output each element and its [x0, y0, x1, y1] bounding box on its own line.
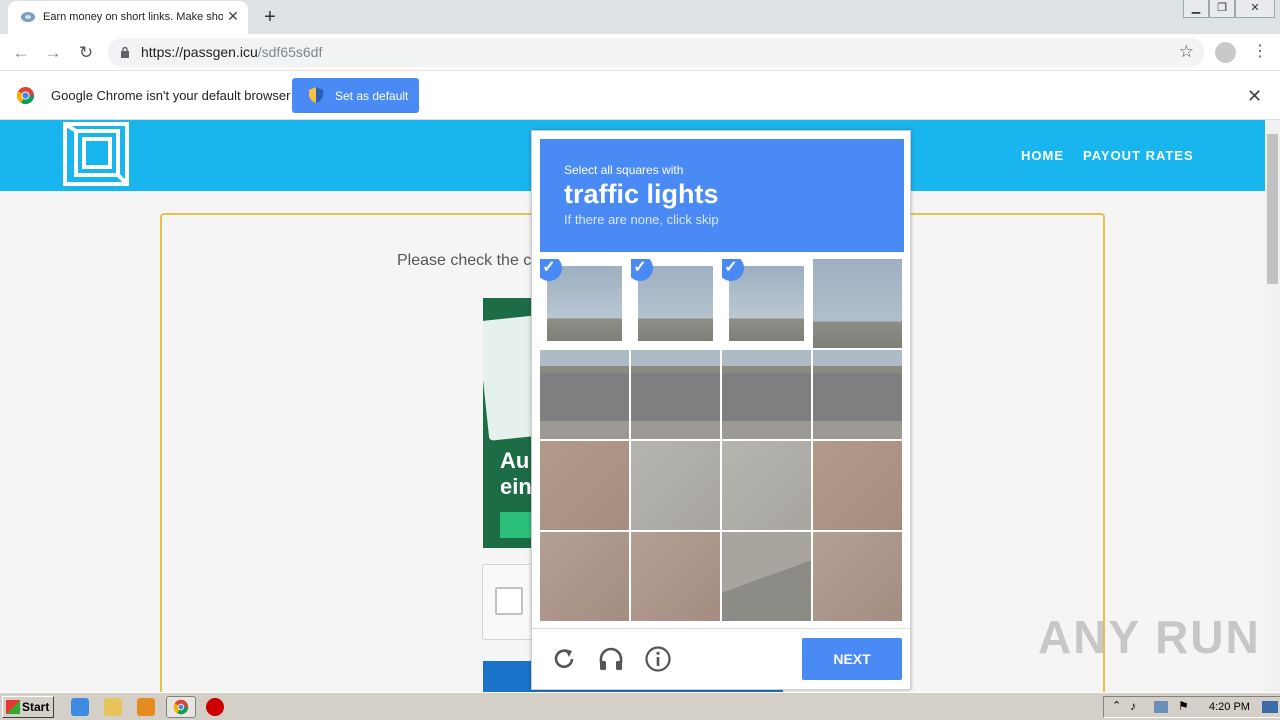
ad-text: Au ein: [500, 448, 532, 499]
audio-challenge-icon[interactable]: [597, 645, 625, 673]
captcha-tile[interactable]: [813, 350, 902, 439]
windows-logo-icon: [6, 700, 20, 714]
restore-button[interactable]: ❐: [1209, 0, 1235, 18]
browser-tab[interactable]: Earn money on short links. Make sho ✕: [8, 1, 248, 34]
shield-icon: [309, 87, 323, 103]
captcha-tile[interactable]: [813, 259, 902, 348]
tile-image: [729, 266, 804, 341]
taskbar-clock: 4:20 PM: [1209, 701, 1250, 713]
minimize-button[interactable]: ▁: [1183, 0, 1209, 18]
tile-image: [631, 441, 720, 530]
scrollbar-thumb[interactable]: [1267, 134, 1278, 284]
browser-titlebar: Earn money on short links. Make sho ✕ + …: [0, 0, 1280, 34]
captcha-tile[interactable]: [813, 441, 902, 530]
new-tab-button[interactable]: +: [260, 7, 280, 27]
nav-home[interactable]: HOME: [1021, 148, 1064, 163]
info-icon[interactable]: [644, 645, 672, 673]
windows-taskbar: Start ⌃ ♪ ⚑ 4:20 PM: [0, 692, 1280, 720]
captcha-tile[interactable]: [540, 532, 629, 621]
set-as-default-label: Set as default: [335, 89, 409, 103]
recaptcha-challenge-dialog: Select all squares with traffic lights I…: [531, 130, 911, 690]
forward-icon[interactable]: →: [42, 42, 64, 64]
tile-image: [813, 350, 902, 439]
set-as-default-button[interactable]: Set as default: [292, 78, 419, 113]
tile-image: [722, 532, 811, 621]
tile-image: [813, 441, 902, 530]
captcha-tile[interactable]: [631, 350, 720, 439]
captcha-tile[interactable]: ✓: [722, 259, 811, 348]
site-logo[interactable]: [62, 121, 130, 187]
bookmark-star-icon[interactable]: ☆: [1179, 42, 1194, 62]
show-desktop-icon[interactable]: [1262, 701, 1278, 713]
start-button[interactable]: Start: [2, 696, 54, 718]
reload-icon[interactable]: ↻: [75, 42, 97, 64]
tile-image: [631, 532, 720, 621]
network-icon[interactable]: [1154, 701, 1168, 713]
tile-image: [722, 441, 811, 530]
tile-image: [813, 259, 902, 348]
default-browser-infobar: Google Chrome isn't your default browser…: [0, 71, 1280, 120]
tile-image: [547, 266, 622, 341]
tile-image: [540, 532, 629, 621]
captcha-tile[interactable]: [631, 441, 720, 530]
next-button[interactable]: NEXT: [802, 638, 902, 680]
start-label: Start: [22, 700, 50, 714]
challenge-header: Select all squares with traffic lights I…: [540, 139, 904, 252]
captcha-tile[interactable]: ✓: [540, 259, 629, 348]
image-grid: ✓ ✓ ✓: [540, 259, 902, 621]
security-alert-icon[interactable]: [206, 698, 224, 716]
nav-payout-rates[interactable]: PAYOUT RATES: [1083, 148, 1194, 163]
captcha-tile[interactable]: [813, 532, 902, 621]
media-player-icon[interactable]: [137, 698, 155, 716]
captcha-tile[interactable]: [722, 350, 811, 439]
chrome-logo-icon: [16, 86, 35, 105]
window-close-button[interactable]: ✕: [1235, 0, 1275, 18]
tab-close-icon[interactable]: ✕: [226, 9, 240, 23]
tile-image: [722, 350, 811, 439]
file-explorer-icon[interactable]: [104, 698, 122, 716]
action-center-flag-icon[interactable]: ⚑: [1178, 699, 1189, 713]
captcha-tile[interactable]: [722, 441, 811, 530]
check-prompt-text: Please check the c: [397, 252, 532, 269]
chrome-icon: [173, 699, 189, 715]
tile-image: [540, 441, 629, 530]
back-icon[interactable]: ←: [10, 42, 32, 64]
reload-challenge-icon[interactable]: [550, 645, 578, 673]
site-favicon: [21, 12, 35, 22]
instruction-text: Select all squares with: [564, 163, 684, 177]
captcha-tile[interactable]: [722, 532, 811, 621]
target-object-text: traffic lights: [564, 179, 719, 209]
internet-explorer-icon[interactable]: [71, 698, 89, 716]
url-path: /sdf65s6df: [257, 44, 323, 60]
chrome-menu-icon[interactable]: ⋮: [1252, 42, 1268, 64]
page-scrollbar[interactable]: [1265, 120, 1280, 692]
captcha-tile[interactable]: [631, 532, 720, 621]
infobar-message: Google Chrome isn't your default browser: [51, 88, 291, 103]
captcha-tile[interactable]: ✓: [631, 259, 720, 348]
url-text: https://passgen.icu/sdf65s6df: [141, 44, 322, 60]
skip-hint-text: If there are none, click skip: [564, 212, 719, 227]
challenge-footer: NEXT: [532, 628, 910, 690]
tray-expand-icon[interactable]: ⌃: [1112, 699, 1121, 712]
tab-title: Earn money on short links. Make sho: [43, 11, 223, 23]
volume-icon[interactable]: ♪: [1130, 699, 1136, 713]
chrome-taskbar-button[interactable]: [166, 696, 196, 718]
tile-image: [631, 350, 720, 439]
infobar-close-icon[interactable]: ✕: [1247, 86, 1262, 107]
system-tray: ⌃ ♪ ⚑: [1103, 696, 1280, 718]
address-bar[interactable]: https://passgen.icu/sdf65s6df ☆: [108, 38, 1204, 67]
profile-avatar[interactable]: [1215, 42, 1236, 63]
captcha-tile[interactable]: [540, 350, 629, 439]
tile-image: [540, 350, 629, 439]
browser-toolbar: ← → ↻ https://passgen.icu/sdf65s6df ☆ ⋮: [0, 34, 1280, 71]
anyrun-watermark: ANY RUN: [1038, 611, 1261, 663]
lock-icon: [121, 46, 129, 58]
captcha-tile[interactable]: [540, 441, 629, 530]
recaptcha-checkbox[interactable]: [495, 587, 523, 615]
tile-image: [638, 266, 713, 341]
url-host: https://passgen.icu: [141, 44, 258, 60]
tile-image: [813, 532, 902, 621]
